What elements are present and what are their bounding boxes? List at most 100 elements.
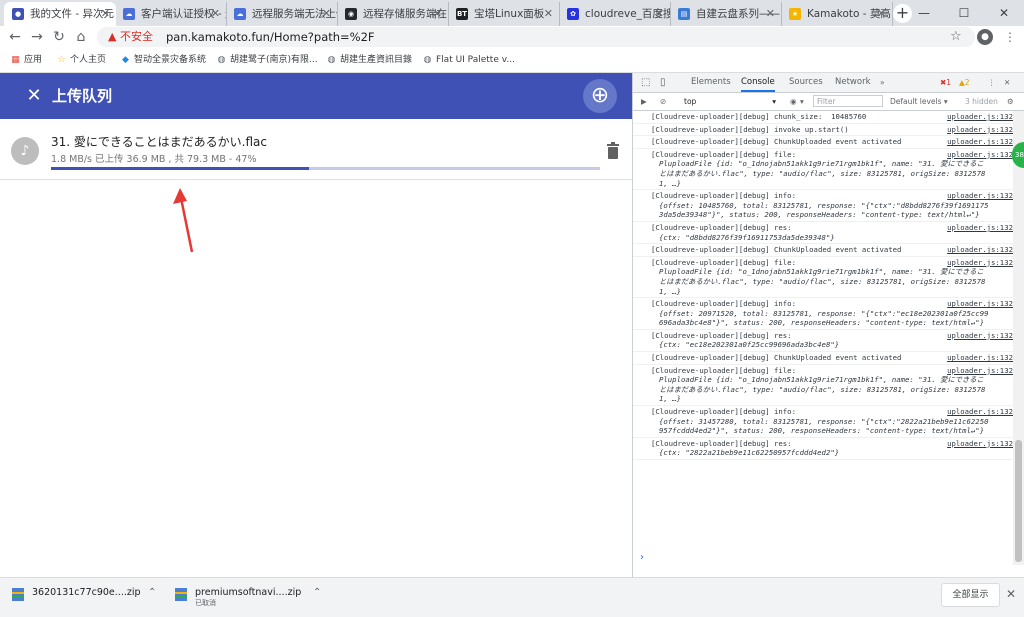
close-tab-icon[interactable]: ✕ [655,2,664,26]
bookmark-star-icon[interactable]: ☆ [950,27,962,47]
console-message[interactable]: [Cloudreve-uploader][debug] file: Pluploa… [633,365,1013,407]
bookmark-item[interactable]: ◆ 智动全景灾备系统 [120,49,206,71]
download-item[interactable]: premiumsoftnavi....zip 已取消 ⌃ [173,583,323,609]
source-link[interactable]: uploader.js:132 [947,299,1013,309]
show-all-downloads-button[interactable]: 全部显示 [941,583,1000,607]
console-message[interactable]: [Cloudreve-uploader][debug] file: Pluploa… [633,257,1013,299]
device-toolbar-icon[interactable]: ▯ [660,73,666,92]
console-message[interactable]: [Cloudreve-uploader][debug] invoke up.st… [633,124,1013,137]
dropdown-arrow-icon[interactable]: ▾ [800,93,804,110]
browser-tab[interactable]: ◉ 远程存储服务端在 ✕ [337,2,449,26]
devtools-tab-network[interactable]: Network [835,73,871,92]
maximize-button[interactable]: ☐ [944,0,984,26]
bookmark-item[interactable]: ◍ 胡建生產資訊目錄 [326,49,412,71]
source-link[interactable]: uploader.js:132 [947,366,1013,376]
console-object-preview[interactable]: PluploadFile {id: "o_1dnojabn51akk1g9rie… [651,375,991,404]
console-message[interactable]: [Cloudreve-uploader][debug] res: {ctx: "e… [633,330,1013,353]
console-message[interactable]: [Cloudreve-uploader][debug] ChunkUploade… [633,244,1013,257]
console-object-preview[interactable]: {offset: 10485760, total: 83125781, resp… [651,201,991,220]
eye-icon[interactable]: ◉ [790,93,797,110]
back-button[interactable]: ← [6,26,24,48]
security-indicator[interactable]: ▲ 不安全 [108,27,153,47]
console-message[interactable]: [Cloudreve-uploader][debug] ChunkUploade… [633,136,1013,149]
source-link[interactable]: uploader.js:132 [947,223,1013,233]
close-tab-icon[interactable]: ✕ [433,2,442,26]
context-select[interactable]: top ▾ [684,93,776,110]
source-link[interactable]: uploader.js:132 [947,112,1013,122]
source-link[interactable]: uploader.js:132 [947,245,1013,255]
source-link[interactable]: uploader.js:132 [947,191,1013,201]
url-text[interactable]: pan.kamakoto.fun/Home?path=%2F [166,27,375,47]
browser-tab[interactable]: ☁ 远程服务端无法上传 ✕ [226,2,338,26]
devtools-menu-icon[interactable]: ⋮ [988,73,996,92]
gear-icon[interactable]: ⚙ [1007,93,1014,110]
close-tab-icon[interactable]: ✕ [322,2,331,26]
source-link[interactable]: uploader.js:132 [947,331,1013,341]
warning-count[interactable]: ▲2 [959,73,970,92]
profile-avatar[interactable]: ● [977,29,993,45]
close-tab-icon[interactable]: ✕ [766,2,775,26]
browser-tab[interactable]: ▤ 自建云盘系列—— ✕ [670,2,782,26]
browser-tab[interactable]: ✿ cloudreve_百度搜 ✕ [559,2,671,26]
close-icon[interactable]: ✕ [24,73,44,119]
source-link[interactable]: uploader.js:132 [947,150,1013,160]
error-count[interactable]: ✖1 [940,73,951,92]
devtools-close-icon[interactable]: ✕ [1004,73,1010,92]
console-log[interactable]: [Cloudreve-uploader][debug] chunk_size: … [633,111,1013,565]
browser-tab[interactable]: ★ Kamakoto - 莫高 ✕ [781,2,893,26]
console-filter-input[interactable]: Filter [813,95,883,107]
scrollbar-thumb[interactable] [1015,440,1022,562]
console-message[interactable]: [Cloudreve-uploader][debug] info: {offset… [633,298,1013,330]
home-button[interactable]: ⌂ [72,26,90,48]
console-object-preview[interactable]: PluploadFile {id: "o_1dnojabn51akk1g9rie… [651,159,991,188]
minimize-button[interactable]: — [904,0,944,26]
bookmark-item[interactable]: ◍ 胡建鹭子(南京)有限... [216,49,318,71]
console-message[interactable]: [Cloudreve-uploader][debug] chunk_size: … [633,111,1013,124]
browser-tab[interactable]: ● 我的文件 - 异次元 ✕ [4,2,116,26]
console-message[interactable]: [Cloudreve-uploader][debug] res: {ctx: "2… [633,438,1013,460]
close-icon[interactable]: ✕ [1006,583,1016,605]
chevron-up-icon[interactable]: ⌃ [148,587,156,598]
chevron-up-icon[interactable]: ⌃ [313,587,321,598]
console-object-preview[interactable]: {offset: 31457280, total: 83125781, resp… [651,417,991,436]
console-object-preview[interactable]: {ctx: "2822a21beb9e11c62250957fcddd4ed2"… [651,448,991,458]
devtools-tab-elements[interactable]: Elements [691,73,731,92]
delete-icon[interactable] [605,142,621,160]
source-link[interactable]: uploader.js:132 [947,137,1013,147]
clear-console-icon[interactable]: ⊘ [660,93,666,110]
reload-button[interactable]: ↻ [50,26,68,48]
source-link[interactable]: uploader.js:132 [947,125,1013,135]
download-item[interactable]: 3620131c77c90e....zip ⌃ [10,583,158,609]
console-object-preview[interactable]: {ctx: "d8bdd8276f39f16911753da5de39348"} [651,233,991,243]
close-tab-icon[interactable]: ✕ [101,2,110,26]
bookmark-item[interactable]: ▦ 应用 [10,49,42,71]
console-message[interactable]: [Cloudreve-uploader][debug] info: {offset… [633,190,1013,222]
source-link[interactable]: uploader.js:132 [947,439,1013,449]
browser-tab[interactable]: BT 宝塔Linux面板 ✕ [448,2,560,26]
console-message[interactable]: [Cloudreve-uploader][debug] res: {ctx: "d… [633,222,1013,245]
menu-kebab-icon[interactable]: ⋮ [1004,27,1016,47]
source-link[interactable]: uploader.js:132 [947,407,1013,417]
console-prompt[interactable]: › [640,552,644,563]
devtools-tab-console[interactable]: Console [741,73,775,92]
more-tabs-button[interactable]: » [880,73,885,92]
close-tab-icon[interactable]: ✕ [544,2,553,26]
console-object-preview[interactable]: {ctx: "ec18e202301a0f25cc99696ada3bc4e8"… [651,340,991,350]
forward-button[interactable]: → [28,26,46,48]
devtools-tab-sources[interactable]: Sources [789,73,823,92]
console-message[interactable]: [Cloudreve-uploader][debug] info: {offset… [633,406,1013,438]
close-tab-icon[interactable]: ✕ [877,2,886,26]
bookmark-item[interactable]: ☆ 个人主页 [56,49,106,71]
sidebar-toggle-icon[interactable]: ▶ [641,93,647,110]
console-message[interactable]: [Cloudreve-uploader][debug] ChunkUploade… [633,352,1013,365]
bookmark-item[interactable]: ◍ Flat UI Palette v... [422,49,515,71]
console-object-preview[interactable]: {offset: 20971520, total: 83125781, resp… [651,309,991,328]
inspect-icon[interactable]: ⬚ [641,73,650,92]
close-tab-icon[interactable]: ✕ [211,2,220,26]
console-object-preview[interactable]: PluploadFile {id: "o_1dnojabn51akk1g9rie… [651,267,991,296]
close-window-button[interactable]: ✕ [984,0,1024,26]
source-link[interactable]: uploader.js:132 [947,353,1013,363]
add-file-button[interactable]: ⊕ [583,79,617,113]
log-levels-select[interactable]: Default levels ▾ [890,93,948,110]
source-link[interactable]: uploader.js:132 [947,258,1013,268]
